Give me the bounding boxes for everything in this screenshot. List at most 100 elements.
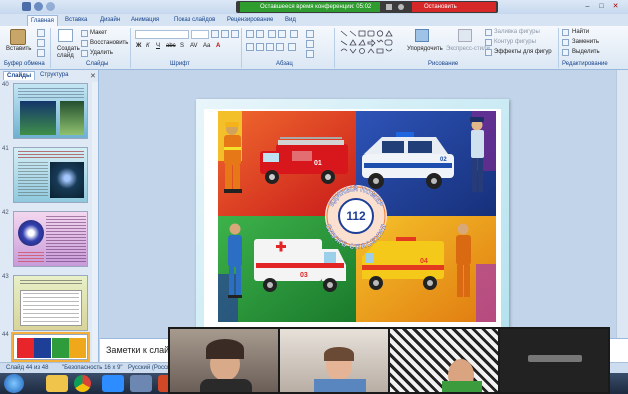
redo-icon[interactable] [46,2,55,11]
emblem-number: 112 [346,209,366,223]
numbering-icon[interactable] [256,30,264,38]
thumbnail-number: 42 [2,210,9,216]
stop-demonstration-button[interactable]: Остановить демонстрацию [412,2,496,20]
arrange-icon[interactable] [415,29,429,42]
font-size-select[interactable] [191,30,209,39]
window-icon[interactable] [130,375,152,392]
thumbnail-number: 43 [2,274,9,280]
theme-name: "Безопасность 16 х 9" [62,365,123,371]
quick-styles-icon[interactable] [458,29,472,42]
tab-home[interactable]: Главная [27,15,58,26]
slide-scrollbar[interactable] [616,70,628,338]
shape-fill-button[interactable]: Заливка фигуры [494,29,540,35]
new-slide-icon[interactable] [58,29,73,42]
slide-thumbnail[interactable] [13,83,88,139]
group-divider [130,28,131,68]
shape-effects-button[interactable]: Эффекты для фигур [494,49,552,55]
participant-video[interactable] [390,329,498,392]
clear-format-icon[interactable] [231,30,239,38]
maximize-button[interactable]: □ [596,2,607,11]
explorer-icon[interactable] [46,375,68,392]
tab-design[interactable]: Дизайн [97,15,123,26]
arrange-button[interactable]: Упорядочить [407,46,443,52]
pane-tab-outline[interactable]: Структура [37,71,71,80]
slide-thumbnail-selected[interactable] [11,332,90,362]
bullets-icon[interactable] [246,30,254,38]
align-left-icon[interactable] [246,43,254,51]
copy-icon[interactable] [37,39,45,47]
tab-slideshow[interactable]: Показ слайдов [171,15,218,26]
clipboard-group-label: Буфер обмена [4,61,45,67]
tab-animation[interactable]: Анимация [128,15,162,26]
pane-scrollbar[interactable] [92,82,98,362]
save-icon[interactable] [22,2,31,11]
undo-icon[interactable] [34,2,43,11]
quick-styles-button[interactable]: Экспресс-стили [446,46,490,52]
current-slide[interactable]: 01 02 03 04 112 ЕДИНЫЙ НОМЕР СЛУЖБ СПАСЕ… [196,99,509,333]
italic-button[interactable]: К [146,43,150,49]
spacing-button[interactable]: AV [190,43,198,49]
paste-button[interactable]: Вставить [6,46,31,52]
shape-outline-button[interactable]: Контур фигуры [494,39,536,45]
close-pane-icon[interactable]: ✕ [90,72,96,80]
shadow-button[interactable]: S [180,43,184,49]
decrease-indent-icon[interactable] [268,30,276,38]
pane-tab-slides[interactable]: Слайды [3,71,36,80]
align-right-icon[interactable] [266,43,274,51]
smartart-icon[interactable] [306,50,314,58]
delete-icon [81,50,88,57]
close-button[interactable]: ✕ [610,2,621,11]
paste-icon[interactable] [10,29,26,45]
bold-button[interactable]: Ж [136,43,141,49]
format-painter-icon[interactable] [37,49,45,57]
slide-thumbnail[interactable] [13,211,88,267]
align-text-icon[interactable] [306,40,314,48]
justify-icon[interactable] [276,43,284,51]
tab-review[interactable]: Рецензирование [224,15,276,26]
shapes-gallery[interactable] [339,29,397,58]
participant-video-off[interactable] [500,329,608,392]
replace-button[interactable]: Заменить [572,39,599,45]
tab-insert[interactable]: Вставка [62,15,90,26]
outline-icon [485,39,492,46]
text-direction-icon[interactable] [306,30,314,38]
delete-slide-button[interactable]: Удалить [90,50,113,56]
slide-thumbnail[interactable] [13,275,88,331]
layout-button[interactable]: Макет [90,30,107,36]
underline-button[interactable]: Ч [156,43,160,49]
case-button[interactable]: Aa [203,43,210,49]
group-divider [334,28,335,68]
tab-animation-label: Анимация [131,17,160,23]
group-divider [241,28,242,68]
start-button[interactable] [4,374,24,393]
participant-video[interactable] [170,329,278,392]
tab-review-label: Рецензирование [227,17,274,23]
font-group-label: Шрифт [170,61,190,67]
editing-group-label: Редактирование [562,61,608,67]
font-family-select[interactable] [135,30,189,39]
reset-button[interactable]: Восстановить [90,40,128,46]
columns-icon[interactable] [288,43,296,51]
strikethrough-button[interactable]: abc [166,43,176,49]
shrink-font-icon[interactable] [221,30,229,38]
new-slide-button[interactable]: Создать слайд [57,46,80,60]
pane-tab-outline-label: Структура [40,72,69,78]
pause-icon[interactable] [386,4,392,10]
increase-indent-icon[interactable] [278,30,286,38]
align-center-icon[interactable] [256,43,264,51]
participant-video[interactable] [280,329,388,392]
tab-view[interactable]: Вид [282,15,299,26]
font-color-button[interactable]: A [216,43,220,49]
find-button[interactable]: Найти [572,29,589,35]
zoom-icon[interactable] [102,375,124,392]
chrome-icon[interactable] [74,375,91,392]
line-spacing-icon[interactable] [290,30,298,38]
select-icon [562,49,569,56]
settings-icon[interactable] [398,4,404,10]
pane-tab-slides-label: Слайды [7,73,32,79]
cut-icon[interactable] [37,29,45,37]
grow-font-icon[interactable] [211,30,219,38]
select-button[interactable]: Выделить [572,49,600,55]
minimize-button[interactable]: ‒ [582,2,593,11]
slide-thumbnail[interactable] [13,147,88,203]
